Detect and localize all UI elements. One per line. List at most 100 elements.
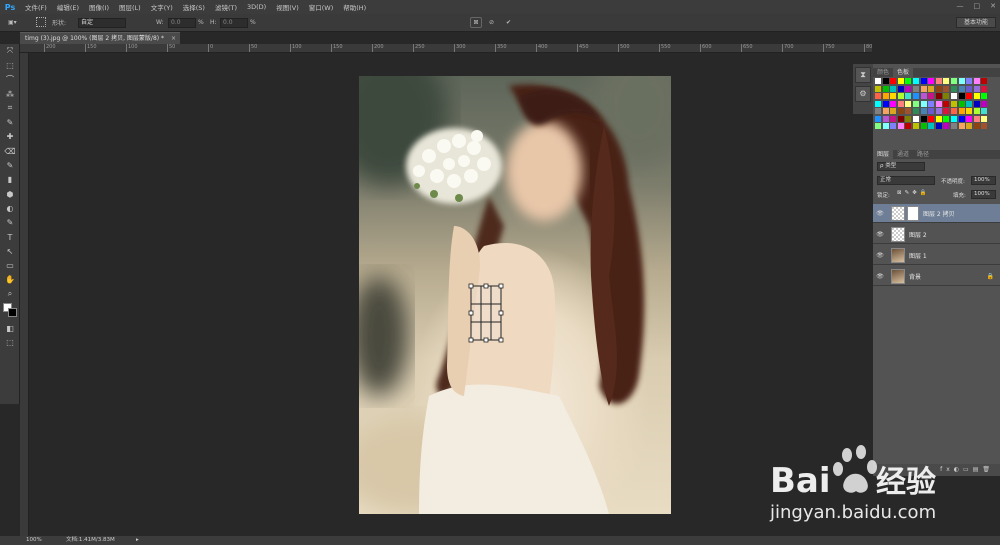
swatch[interactable] <box>943 115 950 122</box>
swatch[interactable] <box>951 108 957 114</box>
minimize-button[interactable]: — <box>957 2 964 10</box>
layer-row[interactable]: 👁 图层 2 拷贝 <box>873 204 1000 223</box>
document-tab[interactable]: timg (3).jpg @ 100% (图层 2 拷贝, 图层蒙版/8) * … <box>20 32 180 44</box>
swatch[interactable] <box>875 78 881 84</box>
layer-kind-filter[interactable]: ρ 类型 <box>877 162 925 171</box>
swatch[interactable] <box>935 93 942 99</box>
swatch[interactable] <box>905 93 912 99</box>
menu-window[interactable]: 窗口(W) <box>304 2 339 12</box>
swatch[interactable] <box>958 85 965 92</box>
properties-panel-icon[interactable]: ⚙ <box>855 86 871 102</box>
crop-tool-icon[interactable]: ⌗ <box>0 101 20 115</box>
swatch[interactable] <box>935 115 942 122</box>
swatch[interactable] <box>890 78 897 84</box>
background-color[interactable] <box>8 308 17 318</box>
swatch[interactable] <box>905 115 912 122</box>
type-tool-icon[interactable]: T <box>0 230 20 244</box>
swatch[interactable] <box>943 85 950 92</box>
eyedropper-tool-icon[interactable]: ✎ <box>0 115 20 129</box>
brush-tool-icon[interactable]: ✎ <box>0 158 20 172</box>
swatch[interactable] <box>905 85 912 92</box>
transform-icon[interactable] <box>36 17 46 27</box>
swatch[interactable] <box>905 78 912 84</box>
swatch[interactable] <box>973 78 980 84</box>
healing-tool-icon[interactable]: ✚ <box>0 130 20 144</box>
tab-swatches[interactable]: 色板 <box>893 68 914 77</box>
swatch[interactable] <box>973 100 980 107</box>
visibility-eye-icon[interactable]: 👁 <box>873 231 887 238</box>
swatch[interactable] <box>958 108 965 114</box>
swatch[interactable] <box>913 93 919 99</box>
swatch[interactable] <box>981 123 988 129</box>
swatch[interactable] <box>973 115 980 122</box>
layer-row[interactable]: 👁 背景 🔒 <box>873 267 1000 286</box>
swatch[interactable] <box>958 78 965 84</box>
swatch[interactable] <box>966 115 973 122</box>
swatch[interactable] <box>951 115 957 122</box>
swatch[interactable] <box>905 123 912 129</box>
swatch[interactable] <box>875 85 881 92</box>
swatch[interactable] <box>966 123 973 129</box>
swatch[interactable] <box>913 78 919 84</box>
menu-image[interactable]: 图像(I) <box>84 2 114 12</box>
menu-type[interactable]: 文字(Y) <box>146 2 178 12</box>
shape-tool-icon[interactable]: ▭ <box>0 258 20 272</box>
layer-row[interactable]: 👁 图层 1 <box>873 246 1000 265</box>
swatch[interactable] <box>897 115 904 122</box>
swatch[interactable] <box>928 123 935 129</box>
swatch[interactable] <box>928 100 935 107</box>
swatch[interactable] <box>943 123 950 129</box>
swatch[interactable] <box>913 100 919 107</box>
swatch[interactable] <box>981 100 988 107</box>
swatch[interactable] <box>920 100 927 107</box>
swatch[interactable] <box>920 123 927 129</box>
swatch[interactable] <box>897 100 904 107</box>
stamp-tool-icon[interactable]: ▮ <box>0 173 20 187</box>
document-image[interactable] <box>359 76 671 514</box>
swatch[interactable] <box>897 85 904 92</box>
pen-tool-icon[interactable]: ✎ <box>0 216 20 230</box>
swatch[interactable] <box>928 85 935 92</box>
swatch[interactable] <box>981 108 988 114</box>
swatch[interactable] <box>943 93 950 99</box>
swatch[interactable] <box>935 100 942 107</box>
swatch[interactable] <box>890 115 897 122</box>
swatch[interactable] <box>958 123 965 129</box>
hand-tool-icon[interactable]: ✋ <box>0 273 20 287</box>
swatch[interactable] <box>905 108 912 114</box>
swatch[interactable] <box>913 115 919 122</box>
quick-mask-icon[interactable]: ◧ <box>0 321 20 335</box>
swatch[interactable] <box>973 108 980 114</box>
swatch[interactable] <box>875 108 881 114</box>
menu-select[interactable]: 选择(S) <box>178 2 210 12</box>
warp-mode-icon[interactable]: ⊠ <box>470 17 482 28</box>
swatch[interactable] <box>981 78 988 84</box>
swatch[interactable] <box>920 85 927 92</box>
blend-mode-select[interactable]: 正常 <box>877 176 935 185</box>
swatch[interactable] <box>966 108 973 114</box>
swatch[interactable] <box>935 78 942 84</box>
screen-mode-icon[interactable]: ⬚ <box>0 336 20 350</box>
swatch[interactable] <box>882 123 889 129</box>
swatch[interactable] <box>875 123 881 129</box>
swatch[interactable] <box>973 123 980 129</box>
commit-transform-button[interactable]: ✔ <box>506 17 511 28</box>
swatch[interactable] <box>882 78 889 84</box>
swatch[interactable] <box>966 85 973 92</box>
swatch[interactable] <box>981 85 988 92</box>
visibility-eye-icon[interactable]: 👁 <box>873 273 887 280</box>
cancel-transform-button[interactable]: ⊘ <box>489 17 494 28</box>
menu-help[interactable]: 帮助(H) <box>338 2 371 12</box>
swatch[interactable] <box>897 78 904 84</box>
swatch[interactable] <box>913 108 919 114</box>
menu-file[interactable]: 文件(F) <box>20 2 52 12</box>
swatch[interactable] <box>875 93 881 99</box>
tab-paths[interactable]: 路径 <box>913 150 933 159</box>
swatch[interactable] <box>890 93 897 99</box>
swatch[interactable] <box>935 123 942 129</box>
swatch[interactable] <box>966 93 973 99</box>
swatch[interactable] <box>882 100 889 107</box>
maximize-button[interactable]: □ <box>974 2 981 10</box>
swatch[interactable] <box>882 108 889 114</box>
menu-filter[interactable]: 滤镜(T) <box>210 2 242 12</box>
